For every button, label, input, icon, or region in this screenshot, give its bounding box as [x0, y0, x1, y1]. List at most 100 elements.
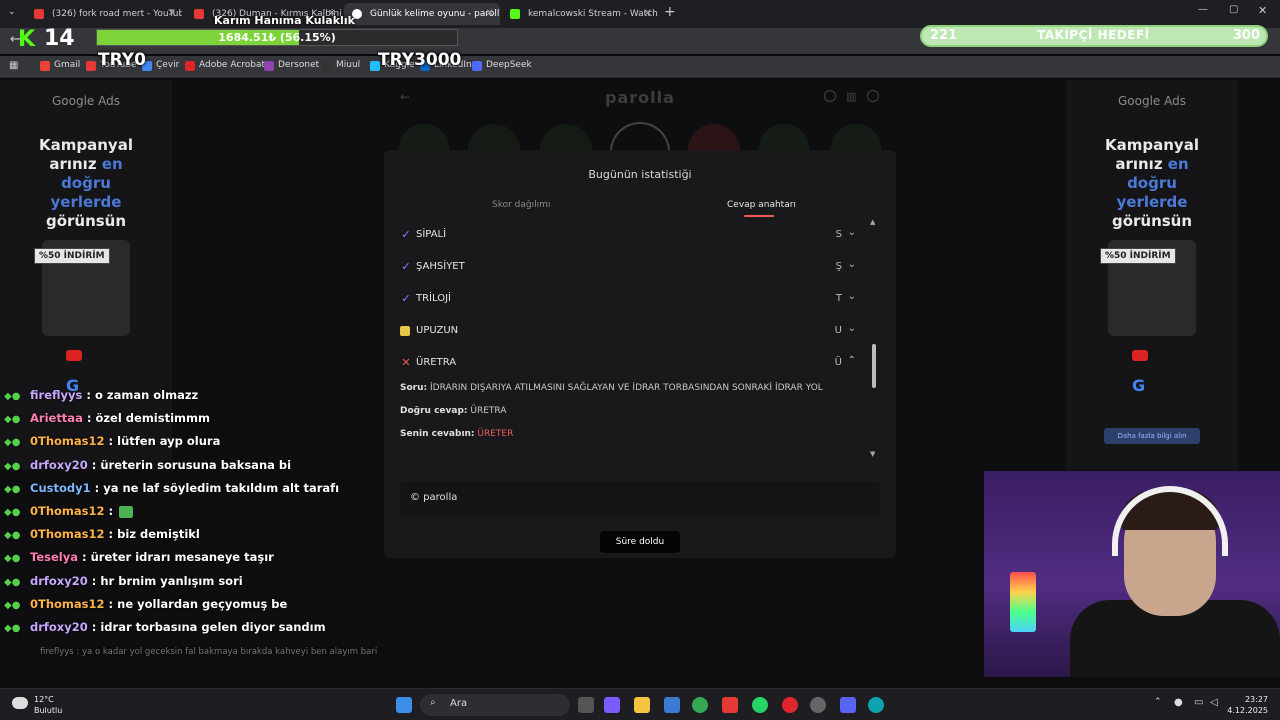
answer-word: ÜRETRA [416, 357, 457, 368]
discount-badge: %50 İNDİRİM [1100, 248, 1176, 264]
chat-username[interactable]: 0Thomas12 [30, 527, 105, 541]
bookmark-miuul[interactable]: Miuul [322, 60, 360, 71]
adobe-icon [185, 61, 195, 71]
whatsapp-icon[interactable] [752, 697, 768, 713]
weather-widget[interactable]: 12°C Bulutlu [34, 694, 62, 716]
modal-scrollbar[interactable]: ▲ ▼ [870, 218, 876, 458]
tab-kick[interactable]: kemalcowski Stream - Watch L ✕ [502, 3, 658, 25]
bookmark-adobe[interactable]: Adobe Acrobat [185, 60, 265, 71]
chat-message: ◆● 0Thomas12 : ne yollardan geçyomuş be [4, 597, 287, 611]
chat-username[interactable]: Teselya [30, 550, 78, 564]
bookmark-gmail[interactable]: Gmail [40, 60, 80, 71]
close-icon[interactable]: ✕ [168, 3, 176, 25]
chat-username[interactable]: Ariettaa [30, 411, 83, 425]
task-view-icon[interactable] [578, 697, 594, 713]
ad-more-button[interactable]: Daha fazla bilgi alın [1104, 428, 1200, 444]
answer-row[interactable]: ✓ SİPALİ S ⌄ [400, 226, 860, 246]
youtube-icon [66, 350, 82, 361]
answer-row[interactable]: ✓ TRİLOJİ T ⌄ [400, 290, 860, 310]
donation-min-label: TRY0 [98, 50, 146, 70]
minimize-icon[interactable]: — [1198, 4, 1208, 15]
scroll-down-icon[interactable]: ▼ [870, 450, 875, 458]
chat-username[interactable]: 0Thomas12 [30, 597, 105, 611]
youtube-icon [34, 9, 44, 19]
maximize-icon[interactable]: ▢ [1229, 4, 1238, 15]
time-up-button[interactable]: Süre doldu [600, 531, 680, 553]
pass-icon [400, 326, 410, 336]
stats-icon[interactable]: ▥ [846, 90, 856, 103]
back-arrow-icon[interactable]: ← [400, 90, 410, 104]
bookmark-dersonet[interactable]: Dersonet [264, 60, 319, 71]
right-ad[interactable]: Google Ads Kampanyal arınız en doğru yer… [1066, 80, 1238, 470]
chat-username[interactable]: 0Thomas12 [30, 504, 105, 518]
copilot-icon[interactable] [604, 697, 620, 713]
tab-parolla[interactable]: Günlük kelime oyunu - parolla ✕ [344, 3, 500, 25]
close-window-icon[interactable]: ✕ [1258, 4, 1267, 17]
answer-row[interactable]: ✓ ŞAHSİYET Ş ⌄ [400, 258, 860, 278]
network-icon[interactable]: ▭ [1194, 697, 1203, 708]
tray-chevron-icon[interactable]: ⌃ [1154, 697, 1162, 707]
chevron-down-icon[interactable]: ⌄ [848, 323, 856, 334]
chat-username[interactable]: drfoxy20 [30, 574, 88, 588]
chevron-down-icon[interactable]: ⌄ [848, 227, 856, 238]
browser-tabbar: ⌄ (326) fork road mert - YouTube ✕ (326)… [0, 0, 1280, 28]
chat-username[interactable]: drfoxy20 [30, 620, 88, 634]
dersonet-icon [264, 61, 274, 71]
tab-score-distribution[interactable]: Skor dağılımı [492, 200, 550, 210]
chat-username[interactable]: drfoxy20 [30, 458, 88, 472]
ad-headline: Kampanyal arınız en doğru yerlerde görün… [1105, 136, 1199, 230]
your-answer-line: Senin cevabın: ÜRETER [400, 429, 514, 439]
store-icon[interactable] [664, 697, 680, 713]
taskbar-search[interactable]: ⌕ Ara [420, 694, 570, 716]
close-icon[interactable]: ✕ [644, 3, 652, 25]
chat-message: ◆● 0Thomas12 : [4, 504, 134, 518]
answer-row[interactable]: UPUZUN U ⌄ [400, 322, 860, 342]
scroll-thumb[interactable] [872, 344, 876, 388]
chat-text: : idrar torbasına gelen diyor sandım [91, 620, 326, 634]
close-icon[interactable]: ✕ [486, 3, 494, 25]
bookmark-cevir[interactable]: Çevir [142, 60, 179, 71]
tab-answer-key[interactable]: Cevap anahtarı [727, 200, 796, 210]
chevron-up-icon[interactable]: ⌃ [848, 355, 856, 366]
file-explorer-icon[interactable] [634, 697, 650, 713]
chat-message: ◆● Custody1 : ya ne laf söyledim takıldım… [4, 481, 339, 495]
chat-text: : lütfen ayp olura [108, 434, 221, 449]
tab-label: Günlük kelime oyunu - parolla [370, 9, 500, 19]
chevron-down-icon[interactable]: ⌄ [848, 259, 856, 270]
chevron-down-icon[interactable]: ⌄ [848, 291, 856, 302]
answer-row-expanded[interactable]: ✕ ÜRETRA Ü ⌃ [400, 354, 860, 374]
question-line: Soru: İDRARIN DIŞARIYA ATILMASINI SAĞLAY… [400, 383, 823, 393]
youtube-icon[interactable] [722, 697, 738, 713]
chat-badge-icon: ◆● [4, 460, 21, 472]
scroll-up-icon[interactable]: ▲ [870, 218, 875, 226]
chrome-icon[interactable] [692, 697, 708, 713]
chat-badge-icon: ◆● [4, 553, 21, 565]
volume-icon[interactable]: ◁ [1210, 697, 1218, 708]
stream-chat: ◆● fireflyys : o zaman olmazz ◆● Ariettaa :… [0, 388, 380, 688]
copyright-box: © parolla [400, 482, 880, 516]
opera-icon[interactable] [782, 697, 798, 713]
stats-modal: Bugünün istatistiği Skor dağılımı Cevap … [384, 150, 896, 558]
check-icon: ✓ [401, 228, 411, 241]
chat-badge-icon: ◆● [4, 576, 21, 588]
tab-youtube-1[interactable]: (326) fork road mert - YouTube ✕ [26, 3, 182, 25]
deepseek-icon [472, 61, 482, 71]
info-icon[interactable] [824, 90, 836, 102]
donation-goal-title: Karım Hanıma Kulaklık [214, 14, 355, 27]
chat-username[interactable]: fireflyys [30, 388, 82, 402]
windows-start-icon[interactable] [396, 697, 412, 713]
mic-icon[interactable]: ● [1174, 697, 1183, 708]
system-clock[interactable]: 23:27 4.12.2025 [1227, 694, 1268, 716]
new-tab-button[interactable]: + [664, 4, 676, 20]
answer-word: TRİLOJİ [416, 293, 451, 304]
settings-icon[interactable] [810, 697, 826, 713]
bookmark-deepseek[interactable]: DeepSeek [472, 60, 532, 71]
profile-icon[interactable] [867, 90, 879, 102]
chat-username[interactable]: Custody1 [30, 481, 91, 495]
apps-grid-icon[interactable]: ▦ [9, 60, 18, 71]
answer-word: ŞAHSİYET [416, 261, 465, 272]
discord-icon[interactable] [840, 697, 856, 713]
tab-search-chevron-icon[interactable]: ⌄ [8, 7, 20, 19]
chat-username[interactable]: 0Thomas12 [30, 434, 105, 448]
edge-icon[interactable] [868, 697, 884, 713]
